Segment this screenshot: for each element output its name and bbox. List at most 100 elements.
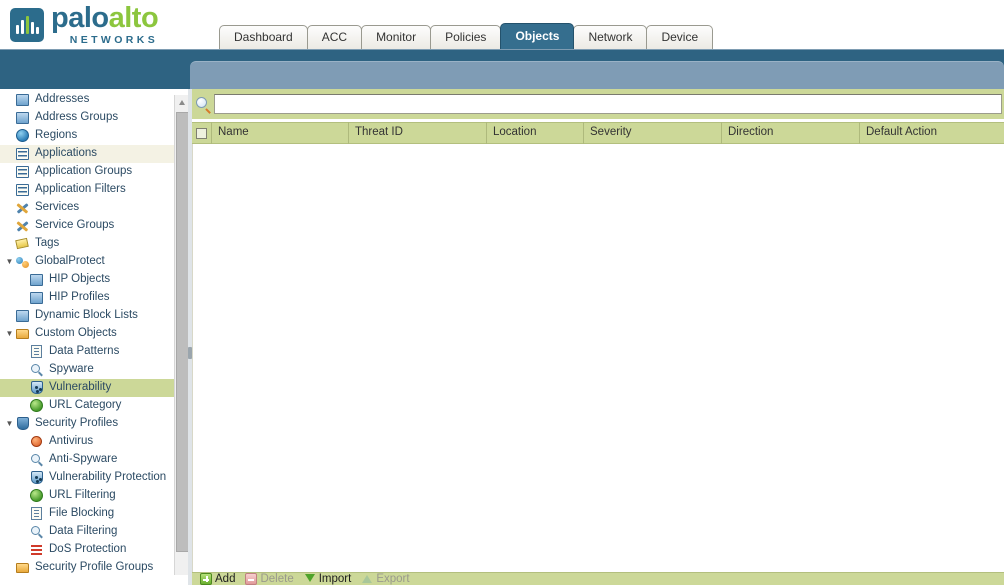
sidebar-item-data-filtering[interactable]: Data Filtering <box>0 523 190 541</box>
column-header-threat-id[interactable]: Threat ID <box>349 122 487 144</box>
sidebar-item-service-groups[interactable]: Service Groups <box>0 217 190 235</box>
file-blocking-icon <box>29 507 45 521</box>
delete-minus-icon <box>245 573 258 585</box>
column-header-name[interactable]: Name <box>212 122 349 144</box>
sidebar-item-label: Anti-Spyware <box>49 453 118 466</box>
dynamic-block-lists-icon <box>15 309 31 323</box>
vulnerability-icon <box>29 381 45 395</box>
spyware-magnifier-icon <box>29 363 45 377</box>
regions-globe-icon <box>15 129 31 143</box>
table-body <box>192 144 1004 572</box>
sidebar-item-addresses[interactable]: Addresses <box>0 91 190 109</box>
chevron-down-icon[interactable]: ▼ <box>4 330 15 338</box>
sidebar-item-label: Vulnerability Protection <box>49 471 167 484</box>
sidebar-item-dynamic-block-lists[interactable]: Dynamic Block Lists <box>0 307 190 325</box>
dos-protection-icon <box>29 543 45 557</box>
column-header-severity[interactable]: Severity <box>584 122 722 144</box>
sidebar-item-security-profile-groups[interactable]: Security Profile Groups <box>0 559 190 577</box>
sidebar: Addresses Address Groups Regions Applicatio… <box>0 89 190 585</box>
sidebar-item-antivirus[interactable]: Antivirus <box>0 433 190 451</box>
sidebar-item-hip-profiles[interactable]: HIP Profiles <box>0 289 190 307</box>
hip-objects-icon <box>29 273 45 287</box>
tab-policies[interactable]: Policies <box>430 25 502 49</box>
brand-name-part2: alto <box>108 2 159 34</box>
delete-button: Delete <box>245 573 294 585</box>
applications-icon <box>15 147 31 161</box>
sidebar-item-applications[interactable]: Applications <box>0 145 190 163</box>
sidebar-item-url-filtering[interactable]: URL Filtering <box>0 487 190 505</box>
sidebar-item-regions[interactable]: Regions <box>0 127 190 145</box>
sidebar-item-label: File Blocking <box>49 507 115 520</box>
paloalto-bars-logo-icon <box>10 7 44 42</box>
sidebar-item-tags[interactable]: Tags <box>0 235 190 253</box>
column-header-default-action[interactable]: Default Action <box>860 122 1003 144</box>
sidebar-item-anti-spyware[interactable]: Anti-Spyware <box>0 451 190 469</box>
addresses-icon <box>15 93 31 107</box>
export-button-label: Export <box>376 573 410 585</box>
sidebar-item-application-groups[interactable]: Application Groups <box>0 163 190 181</box>
sidebar-scrollbar[interactable] <box>174 95 190 575</box>
sidebar-item-label: Vulnerability <box>49 381 112 394</box>
sidebar-item-label: Addresses <box>35 93 90 106</box>
panel-header <box>190 61 1004 92</box>
add-button-label: Add <box>215 573 236 585</box>
sidebar-item-label: Application Filters <box>35 183 126 196</box>
sidebar-item-data-patterns[interactable]: Data Patterns <box>0 343 190 361</box>
application-groups-icon <box>15 165 31 179</box>
sidebar-item-custom-objects[interactable]: ▼ Custom Objects <box>0 325 190 343</box>
search-magnifier-icon[interactable] <box>192 96 214 114</box>
tab-objects[interactable]: Objects <box>500 23 575 49</box>
url-category-icon <box>29 399 45 413</box>
sidebar-item-label: Regions <box>35 129 78 142</box>
import-button[interactable]: Import <box>304 573 351 585</box>
sidebar-item-security-profiles[interactable]: ▼ Security Profiles <box>0 415 190 433</box>
sidebar-item-label: Dynamic Block Lists <box>35 309 138 322</box>
table-header-row: Name Threat ID Location Severity Direction De… <box>192 122 1004 144</box>
sidebar-item-label: Security Profile Groups <box>35 561 154 574</box>
sidebar-item-file-blocking[interactable]: File Blocking <box>0 505 190 523</box>
sidebar-item-application-filters[interactable]: Application Filters <box>0 181 190 199</box>
chevron-down-icon[interactable]: ▼ <box>4 420 15 428</box>
brand-logo: paloalto NETWORKS <box>10 2 159 46</box>
content-area: Name Threat ID Location Severity Direction De… <box>192 89 1004 585</box>
bottom-toolbar: Add Delete Import Export <box>192 572 1004 585</box>
tab-device[interactable]: Device <box>646 25 714 49</box>
sidebar-item-label: DoS Protection <box>49 543 127 556</box>
sidebar-item-label: Applications <box>35 147 98 160</box>
tab-network[interactable]: Network <box>573 25 648 49</box>
add-plus-icon <box>200 573 212 585</box>
vulnerability-protection-icon <box>29 471 45 485</box>
data-filtering-icon <box>29 525 45 539</box>
column-header-direction[interactable]: Direction <box>722 122 860 144</box>
sidebar-item-label: Data Filtering <box>49 525 118 538</box>
tab-dashboard[interactable]: Dashboard <box>219 25 308 49</box>
select-all-checkbox[interactable] <box>196 127 207 139</box>
sidebar-item-label: Tags <box>35 237 60 250</box>
sidebar-item-address-groups[interactable]: Address Groups <box>0 109 190 127</box>
delete-button-label: Delete <box>260 573 294 585</box>
chevron-down-icon[interactable]: ▼ <box>4 258 15 266</box>
select-all-header-cell[interactable] <box>192 122 212 144</box>
search-input[interactable] <box>214 94 1002 114</box>
data-patterns-icon <box>29 345 45 359</box>
sidebar-item-dos-protection[interactable]: DoS Protection <box>0 541 190 559</box>
sidebar-item-label: Security Profiles <box>35 417 119 430</box>
sidebar-item-vulnerability-protection[interactable]: Vulnerability Protection <box>0 469 190 487</box>
sidebar-item-vulnerability[interactable]: Vulnerability <box>0 379 190 397</box>
sidebar-item-label: Antivirus <box>49 435 94 448</box>
antivirus-icon <box>29 435 45 449</box>
tab-monitor[interactable]: Monitor <box>361 25 432 49</box>
tab-acc[interactable]: ACC <box>306 25 363 49</box>
globalprotect-icon <box>15 255 31 269</box>
add-button[interactable]: Add <box>200 573 235 585</box>
column-header-location[interactable]: Location <box>487 122 584 144</box>
sidebar-item-spyware[interactable]: Spyware <box>0 361 190 379</box>
sidebar-item-services[interactable]: Services <box>0 199 190 217</box>
sidebar-item-globalprotect[interactable]: ▼ GlobalProtect <box>0 253 190 271</box>
services-tools-icon <box>15 201 31 215</box>
tags-icon <box>15 237 31 251</box>
top-bar: paloalto NETWORKS Dashboard ACC Monitor Pol… <box>0 0 1004 49</box>
sidebar-item-hip-objects[interactable]: HIP Objects <box>0 271 190 289</box>
sidebar-item-url-category[interactable]: URL Category <box>0 397 190 415</box>
sidebar-item-label: Spyware <box>49 363 94 376</box>
